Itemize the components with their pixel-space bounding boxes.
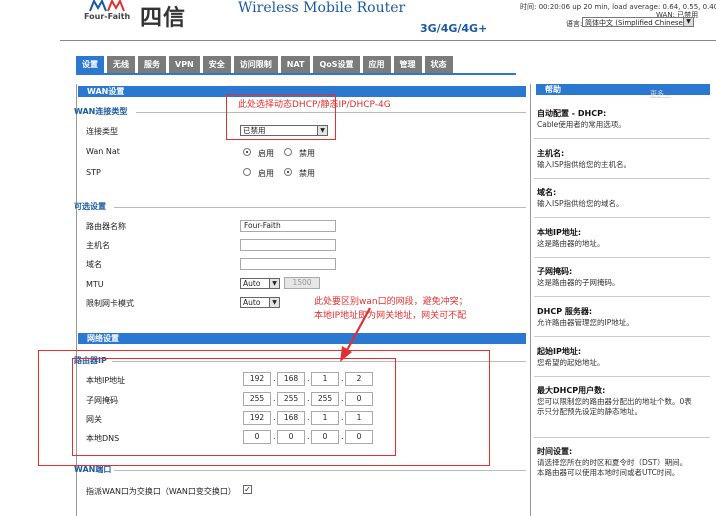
annotation-inner-box: [72, 358, 396, 456]
stp-disable-label: 禁用: [299, 169, 315, 178]
optional-settings-heading: 可选设置: [74, 202, 106, 211]
chevron-down-icon: ▼: [269, 298, 279, 307]
logo-icon: [89, 0, 125, 12]
wan-port-switch-checkbox[interactable]: ✓: [243, 485, 252, 494]
tab-services[interactable]: 服务: [138, 56, 166, 73]
mtu-mode-select[interactable]: Auto ▼: [240, 278, 280, 289]
wan-nat-label: Wan Nat: [86, 147, 120, 156]
help-item-title: DHCP 服务器:: [537, 307, 593, 316]
help-item-title: 主机名:: [537, 149, 565, 158]
language-label: 语言:: [566, 20, 583, 28]
help-divider: [534, 296, 710, 297]
nav-underline: [76, 73, 516, 75]
help-divider: [534, 437, 710, 438]
router-name-input[interactable]: Four-Faith: [240, 220, 336, 232]
main-nav: 设置 无线 服务 VPN 安全 访问限制 NAT QoS设置 应用 管理 状态: [76, 56, 453, 73]
tab-vpn[interactable]: VPN: [169, 56, 200, 73]
help-divider: [534, 138, 710, 139]
divider: [114, 470, 526, 471]
mtu-mode-value: Auto: [243, 279, 261, 288]
help-divider: [534, 376, 710, 377]
help-item-title: 最大DHCP用户数:: [537, 386, 606, 395]
help-divider: [534, 178, 710, 179]
content-right-border: [530, 84, 531, 516]
tab-qos[interactable]: QoS设置: [313, 56, 360, 73]
help-item-text: 允许路由器管理您的IP地址。: [537, 318, 634, 327]
wan-nat-enable-radio[interactable]: [243, 148, 251, 156]
language-value: 简体中文 (Simplified Chinese): [585, 19, 686, 27]
tab-security[interactable]: 安全: [202, 56, 231, 73]
help-item-title: 时间设置:: [537, 447, 573, 456]
help-item-text: 这是路由器的子网掩码。: [537, 278, 620, 287]
stp-enable-label: 启用: [258, 169, 274, 178]
tab-applications[interactable]: 应用: [362, 56, 391, 73]
annotation-note-1: 此处选择动态DHCP/静态IP/DHCP-4G: [238, 100, 391, 110]
help-item-title: 域名:: [537, 188, 557, 197]
help-divider: [534, 257, 710, 258]
help-item-text: 请选择您所在的时区和夏令时（DST）期间。本路由器可以使用本地时间或者UTC时间…: [537, 458, 688, 477]
divider: [114, 207, 526, 208]
logo-text: Four-Faith: [84, 12, 131, 21]
tab-setup[interactable]: 设置: [76, 56, 104, 73]
help-divider: [534, 217, 710, 218]
router-name-label: 路由器名称: [86, 222, 126, 231]
chevron-down-icon: ▼: [269, 279, 279, 288]
wan-nat-disable-radio[interactable]: [284, 148, 292, 156]
wan-nat-enable-label: 启用: [258, 149, 274, 158]
nic-mode-label: 限制网卡模式: [86, 299, 134, 308]
hostname-input[interactable]: [240, 239, 336, 251]
mtu-value-input[interactable]: 1500: [284, 277, 320, 289]
wan-nat-disable-label: 禁用: [299, 149, 315, 158]
tab-administration[interactable]: 管理: [393, 56, 422, 73]
chevron-down-icon: ▼: [683, 18, 693, 26]
help-header: 帮助: [536, 84, 710, 95]
wan-port-switch-label: 指派WAN口为交换口（WAN口变交换口）: [86, 487, 236, 496]
tab-nat[interactable]: NAT: [280, 56, 311, 73]
stp-disable-radio[interactable]: [284, 168, 292, 176]
tab-status[interactable]: 状态: [424, 56, 453, 73]
product-title: Wireless Mobile Router: [238, 0, 406, 16]
domain-label: 域名: [86, 260, 102, 269]
hostname-label: 主机名: [86, 241, 110, 250]
nic-mode-select[interactable]: Auto ▼: [240, 297, 280, 308]
stp-label: STP: [86, 168, 101, 177]
tab-access-restrictions[interactable]: 访问限制: [233, 56, 278, 73]
wan-type-heading: WAN连接类型: [74, 107, 128, 116]
help-divider: [534, 336, 710, 337]
domain-input[interactable]: [240, 258, 336, 270]
help-item-title: 起始IP地址:: [537, 347, 582, 356]
help-item-text: 这是路由器的地址。: [537, 239, 605, 248]
header-divider: [60, 40, 716, 41]
brand-name: 四信: [140, 6, 187, 31]
help-item-title: 子网掩码:: [537, 267, 573, 276]
help-item-text: 输入ISP指供给您的域名。: [537, 199, 624, 208]
stp-enable-radio[interactable]: [243, 168, 251, 176]
network-settings-header: 网络设置: [78, 333, 526, 344]
mtu-label: MTU: [86, 280, 104, 289]
help-item-text: 您希望的起始地址。: [537, 358, 605, 367]
help-item-text: Cable使用者的常用选项。: [537, 120, 626, 129]
tab-wireless[interactable]: 无线: [107, 56, 135, 73]
help-item-text: 输入ISP指供给您的主机名。: [537, 160, 631, 169]
connection-type-label: 连接类型: [86, 127, 118, 136]
help-item-title: 自动配置 - DHCP:: [537, 109, 607, 118]
product-subtitle: 3G/4G/4G+: [420, 22, 488, 35]
help-item-text: 您可以限制您的路由器分配出的地址个数。0表示只分配预先设定的静态地址。: [537, 397, 692, 416]
nic-mode-value: Auto: [243, 298, 261, 307]
help-item-title: 本地IP地址:: [537, 228, 582, 237]
language-select[interactable]: 简体中文 (Simplified Chinese) ▼: [582, 17, 694, 27]
help-more-link[interactable]: 更多...: [650, 89, 671, 99]
